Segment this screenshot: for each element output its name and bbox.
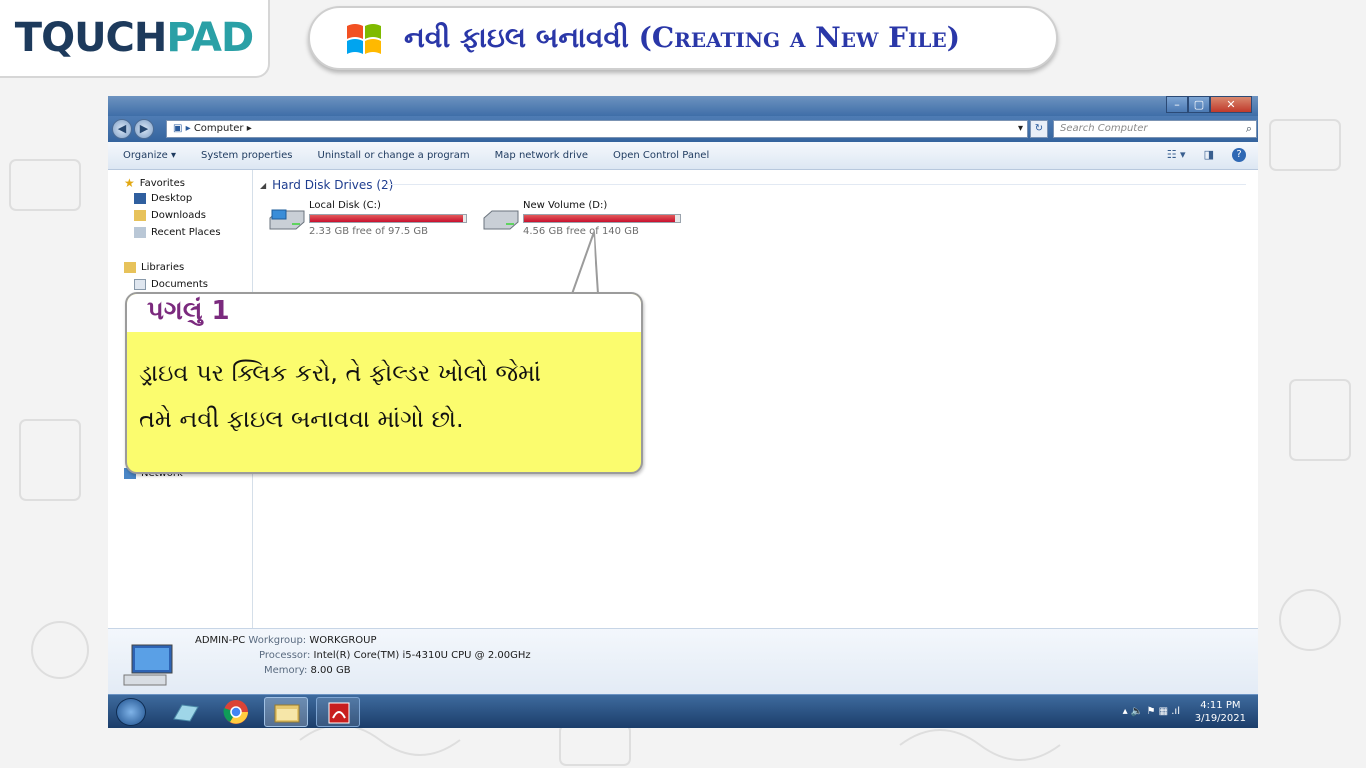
acrobat-icon[interactable] (316, 697, 360, 727)
nav-favorites-label: Favorites (139, 177, 185, 189)
instruction-line-2: તમે નવી ફાઇલ બનાવવા માંગો છો. (139, 405, 464, 433)
drive-c[interactable]: Local Disk (C:) 2.33 GB free of 97.5 GB (264, 198, 474, 238)
drive-d-free-space: 4.56 GB free of 140 GB (523, 226, 639, 237)
nav-desktop-label: Desktop (151, 193, 193, 204)
hard-disk-group-header[interactable]: ◢ Hard Disk Drives (2) (260, 178, 393, 192)
page-title: નવી ફાઇલ બનાવવી (Creating a New File) (404, 21, 960, 54)
nav-recent-places[interactable]: Recent Places (134, 227, 221, 238)
nav-documents-label: Documents (151, 279, 209, 290)
processor-label: Processor: (259, 650, 311, 661)
minimize-button[interactable]: – (1166, 96, 1188, 113)
taskbar-explorer-shortcut-icon[interactable] (164, 697, 208, 727)
instruction-text: ડ્રાઇવ પર ક્લિક કરો, તે ફોલ્ડર ખોલો જેમા… (139, 350, 629, 442)
processor-value: Intel(R) Core(TM) i5-4310U CPU @ 2.00GHz (313, 650, 531, 661)
nav-downloads[interactable]: Downloads (134, 210, 206, 221)
drive-c-free-space: 2.33 GB free of 97.5 GB (309, 226, 428, 237)
open-control-panel-button[interactable]: Open Control Panel (613, 150, 709, 161)
change-view-icon[interactable]: ☷ ▾ (1167, 148, 1186, 162)
drive-c-name: Local Disk (C:) (309, 200, 381, 211)
drive-d[interactable]: New Volume (D:) 4.56 GB free of 140 GB (478, 198, 688, 238)
clock[interactable]: 4:11 PM 3/19/2021 (1195, 699, 1246, 725)
details-pane: ADMIN-PC Workgroup: WORKGROUP Processor:… (108, 628, 1258, 694)
instruction-callout: પગલું 1 ડ્રાઇવ પર ક્લિક કરો, તે ફોલ્ડર ખ… (125, 292, 643, 474)
search-icon: ⌕ (1245, 122, 1252, 135)
address-text: Computer (193, 123, 244, 134)
organize-button[interactable]: Organize ▾ (123, 150, 176, 161)
page-title-banner: નવી ફાઇલ બનાવવી (Creating a New File) (308, 6, 1058, 70)
memory-label: Memory: (264, 665, 308, 676)
search-placeholder: Search Computer (1060, 123, 1148, 134)
nav-downloads-label: Downloads (151, 210, 206, 221)
nav-favorites[interactable]: ★ Favorites (124, 176, 185, 190)
system-tray-icons[interactable]: ▴ 🔈 ⚑ ▦ .ıl (1123, 706, 1180, 717)
nav-recent-label: Recent Places (151, 227, 221, 238)
drive-c-usage-bar (309, 214, 467, 223)
back-button[interactable]: ◀ (112, 119, 132, 139)
clock-time: 4:11 PM (1200, 700, 1241, 711)
maximize-button[interactable]: ▢ (1188, 96, 1210, 113)
workgroup-value: WORKGROUP (309, 635, 377, 646)
computer-monitor-icon (123, 644, 173, 686)
hard-drive-icon (483, 210, 519, 230)
memory-value: 8.00 GB (310, 665, 351, 676)
file-explorer-taskbar-button[interactable] (264, 697, 308, 727)
drive-d-name: New Volume (D:) (523, 200, 608, 211)
nav-libraries[interactable]: Libraries (124, 262, 184, 273)
windows-logo-icon (347, 24, 381, 54)
group-header-label: Hard Disk Drives (2) (272, 178, 394, 192)
logo-touch-text: TQUCH (14, 15, 168, 61)
instruction-line-1: ડ્રાઇવ પર ક્લિક કરો, તે ફોલ્ડર ખોલો જેમા… (139, 359, 541, 387)
drive-d-usage-bar (523, 214, 681, 223)
close-button[interactable]: ✕ (1210, 96, 1252, 113)
hard-drive-icon (269, 209, 305, 230)
taskbar: ▴ 🔈 ⚑ ▦ .ıl 4:11 PM 3/19/2021 (108, 694, 1258, 728)
nav-libraries-label: Libraries (141, 262, 185, 273)
documents-icon (134, 279, 146, 290)
logo-pad-text: PAD (166, 15, 254, 61)
address-dropdown-icon[interactable]: ▾ (1018, 121, 1023, 137)
window-titlebar: – ▢ ✕ (108, 96, 1258, 116)
group-divider (386, 184, 1246, 185)
refresh-button[interactable]: ↻ (1030, 120, 1048, 138)
computer-icon: ▣ ▸ (173, 123, 194, 134)
desktop-icon (134, 193, 146, 204)
address-bar[interactable]: ▣ ▸ Computer ▸ ▾ (166, 120, 1028, 138)
address-row: ◀ ▶ ▣ ▸ Computer ▸ ▾ ↻ Search Computer ⌕ (108, 116, 1258, 142)
recent-places-icon (134, 227, 146, 238)
pc-name: ADMIN-PC (195, 635, 246, 646)
nav-documents[interactable]: Documents (134, 279, 208, 290)
star-icon: ★ (124, 176, 135, 190)
help-icon[interactable]: ? (1232, 148, 1246, 162)
search-input[interactable]: Search Computer ⌕ (1053, 120, 1257, 138)
chrome-icon[interactable] (214, 697, 258, 727)
libraries-icon (124, 262, 136, 273)
nav-desktop[interactable]: Desktop (134, 193, 192, 204)
uninstall-program-button[interactable]: Uninstall or change a program (318, 150, 470, 161)
collapse-triangle-icon: ◢ (260, 180, 267, 190)
command-toolbar: Organize ▾ System properties Uninstall o… (108, 142, 1258, 170)
address-chevron-icon: ▸ (246, 123, 252, 134)
map-network-drive-button[interactable]: Map network drive (495, 150, 588, 161)
system-properties-button[interactable]: System properties (201, 150, 293, 161)
clock-date: 3/19/2021 (1194, 713, 1246, 724)
forward-button[interactable]: ▶ (134, 119, 154, 139)
step-label: પગલું 1 (147, 296, 230, 326)
workgroup-label: Workgroup: (248, 635, 307, 646)
start-button[interactable] (116, 698, 146, 726)
downloads-folder-icon (134, 210, 146, 221)
touchpad-logo: TQUCHPAD (0, 0, 270, 78)
preview-pane-icon[interactable]: ◨ (1204, 148, 1214, 162)
callout-header: પગલું 1 (127, 294, 641, 332)
